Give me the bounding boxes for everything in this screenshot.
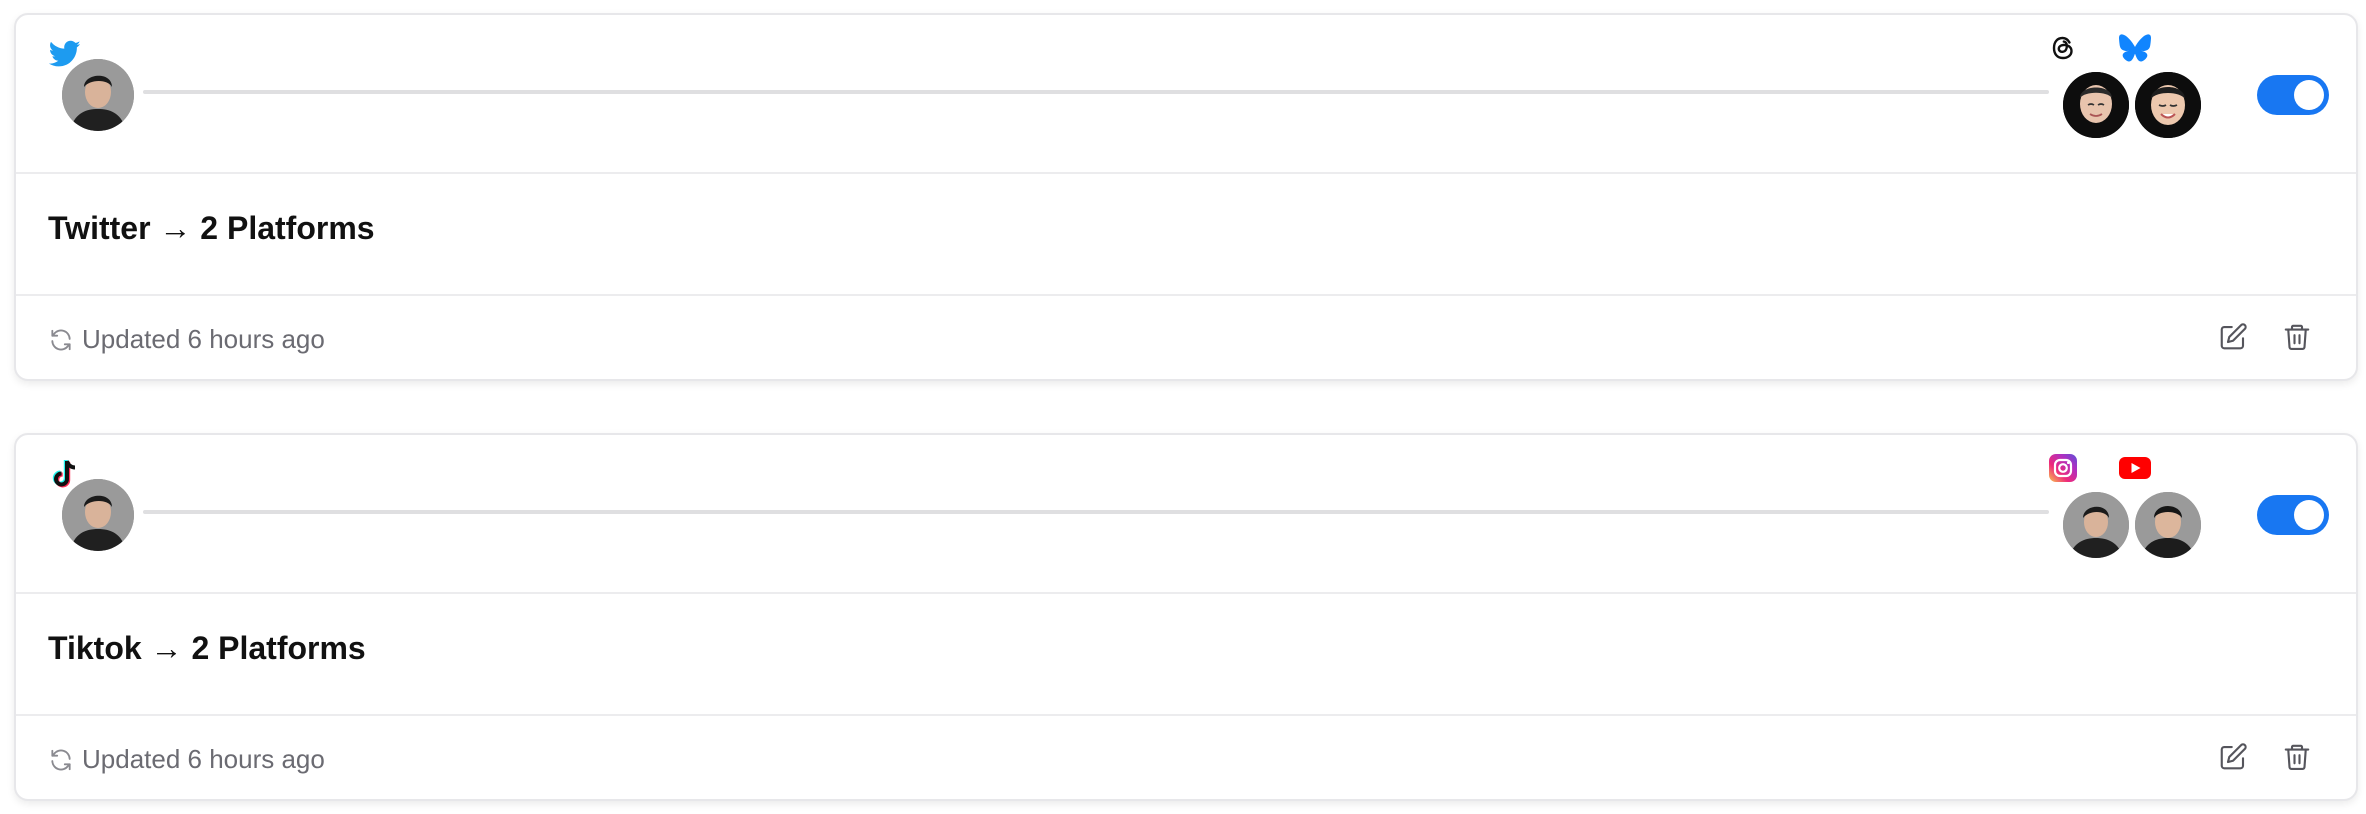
avatar: [2132, 69, 2204, 141]
avatar: [2132, 489, 2204, 561]
delete-button[interactable]: [2278, 740, 2316, 778]
rule-title: Tiktok → 2 Platforms: [48, 630, 366, 666]
source-account: [48, 37, 140, 131]
edit-button[interactable]: [2214, 320, 2252, 358]
updated-label: Updated 6 hours ago: [82, 324, 325, 354]
avatar: [2060, 489, 2132, 561]
rule-footer: Updated 6 hours ago: [16, 296, 2356, 379]
refresh-icon: [48, 747, 74, 773]
edit-button[interactable]: [2214, 740, 2252, 778]
flow-connector-line: [143, 510, 2049, 514]
twitter-icon: [48, 37, 82, 71]
toggle-knob: [2294, 80, 2324, 110]
threads-icon: [2046, 31, 2080, 65]
rule-title: Twitter → 2 Platforms: [48, 210, 375, 246]
target-accounts: [2049, 453, 2252, 563]
target-account: [2119, 453, 2204, 563]
instagram-icon: [2046, 451, 2080, 485]
delete-button[interactable]: [2278, 320, 2316, 358]
rule-flow: [16, 435, 2356, 594]
rule-enabled-toggle[interactable]: [2257, 495, 2329, 535]
edit-icon: [2218, 742, 2248, 777]
tiktok-icon: [48, 457, 82, 491]
updated-label: Updated 6 hours ago: [82, 744, 325, 774]
rule-flow: [16, 15, 2356, 174]
updated-status: Updated 6 hours ago: [48, 324, 325, 355]
refresh-icon: [48, 327, 74, 353]
sync-rule-card: Twitter → 2 Platforms Updated 6 hours ag…: [14, 13, 2358, 381]
trash-icon: [2282, 322, 2312, 357]
rule-footer: Updated 6 hours ago: [16, 716, 2356, 799]
sync-rule-card: Tiktok → 2 Platforms Updated 6 hours ago: [14, 433, 2358, 801]
flow-connector-line: [143, 90, 2049, 94]
updated-status: Updated 6 hours ago: [48, 744, 325, 775]
bluesky-icon: [2118, 31, 2152, 65]
youtube-icon: [2118, 451, 2152, 485]
avatar: [2060, 69, 2132, 141]
edit-icon: [2218, 322, 2248, 357]
rule-title-row: Twitter → 2 Platforms: [16, 174, 2356, 296]
sync-rules-list: Twitter → 2 Platforms Updated 6 hours ag…: [0, 0, 2366, 814]
target-account: [2119, 33, 2204, 143]
toggle-knob: [2294, 500, 2324, 530]
trash-icon: [2282, 742, 2312, 777]
rule-title-row: Tiktok → 2 Platforms: [16, 594, 2356, 716]
source-account: [48, 457, 140, 551]
rule-enabled-toggle[interactable]: [2257, 75, 2329, 115]
target-accounts: [2049, 33, 2252, 143]
